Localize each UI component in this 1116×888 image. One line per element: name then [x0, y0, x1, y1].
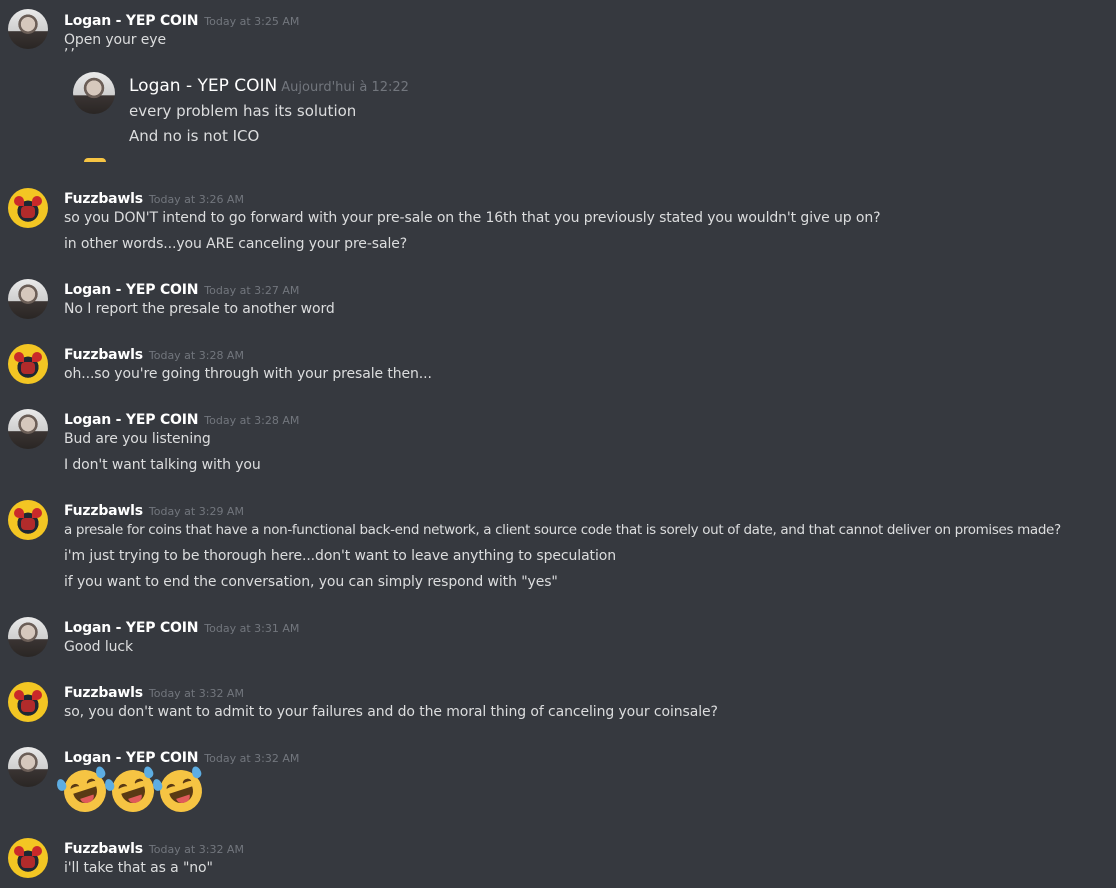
timestamp: Today at 3:29 AM	[148, 505, 244, 518]
username[interactable]: Fuzzbawls	[64, 841, 143, 857]
quoted-text: And no is not ICO	[129, 127, 260, 145]
timestamp: Today at 3:31 AM	[204, 622, 300, 635]
message-header: Fuzzbawls Today at 3:32 AM	[64, 838, 244, 857]
quoted-header: Logan - YEP COIN Aujourd'hui à 12:22	[129, 76, 409, 96]
message-text: No I report the presale to another word	[64, 301, 335, 317]
message-text: if you want to end the conversation, you…	[64, 574, 558, 590]
message-header: Logan - YEP COIN Today at 3:31 AM	[64, 617, 299, 636]
message-header: Fuzzbawls Today at 3:26 AM	[64, 188, 244, 207]
quoted-text: every problem has its solution	[129, 102, 357, 120]
quoted-avatar-icon	[73, 72, 115, 114]
username[interactable]: Logan - YEP COIN	[64, 620, 198, 636]
timestamp: Today at 3:25 AM	[204, 15, 300, 28]
cropped-emoji-icon	[84, 158, 106, 162]
username[interactable]: Fuzzbawls	[64, 191, 143, 207]
logan-avatar-icon[interactable]	[8, 409, 48, 449]
fuzzbawls-avatar-icon[interactable]	[8, 344, 48, 384]
message-text: in other words...you ARE canceling your …	[64, 236, 408, 252]
message-text: i'm just trying to be thorough here...do…	[64, 548, 616, 564]
message-header: Logan - YEP COIN Today at 3:27 AM	[64, 279, 299, 298]
username[interactable]: Logan - YEP COIN	[64, 282, 198, 298]
message-text: i'll take that as a "no"	[64, 860, 213, 876]
message-text: so you DON'T intend to go forward with y…	[64, 210, 881, 226]
timestamp: Today at 3:28 AM	[148, 349, 244, 362]
timestamp: Today at 3:32 AM	[204, 752, 300, 765]
message-text: Bud are you listening	[64, 431, 211, 447]
logan-avatar-icon[interactable]	[8, 279, 48, 319]
message-text: so, you don't want to admit to your fail…	[64, 704, 718, 720]
rolling-on-floor-laughing-icon[interactable]	[103, 762, 162, 820]
timestamp: Today at 3:26 AM	[148, 193, 244, 206]
emoji-row	[55, 764, 208, 818]
cropped-text-fragment: ,,	[64, 48, 224, 54]
logan-avatar-icon[interactable]	[8, 617, 48, 657]
fuzzbawls-avatar-icon[interactable]	[8, 188, 48, 228]
rolling-on-floor-laughing-icon[interactable]	[151, 762, 210, 820]
message-header: Fuzzbawls Today at 3:28 AM	[64, 344, 244, 363]
quoted-username: Logan - YEP COIN	[129, 76, 278, 96]
username[interactable]: Logan - YEP COIN	[64, 412, 198, 428]
fuzzbawls-avatar-icon[interactable]	[8, 838, 48, 878]
logan-avatar-icon[interactable]	[8, 9, 48, 49]
fuzzbawls-avatar-icon[interactable]	[8, 500, 48, 540]
rolling-on-floor-laughing-icon[interactable]	[55, 762, 114, 820]
timestamp: Today at 3:27 AM	[204, 284, 300, 297]
username[interactable]: Fuzzbawls	[64, 503, 143, 519]
fuzzbawls-avatar-icon[interactable]	[8, 682, 48, 722]
username[interactable]: Logan - YEP COIN	[64, 750, 198, 766]
timestamp: Today at 3:32 AM	[148, 687, 244, 700]
message-text: oh...so you're going through with your p…	[64, 366, 432, 382]
chat-log: Logan - YEP COIN Today at 3:25 AM Open yo…	[0, 0, 1116, 888]
message-text: I don't want talking with you	[64, 457, 261, 473]
timestamp: Today at 3:32 AM	[148, 843, 244, 856]
username[interactable]: Fuzzbawls	[64, 685, 143, 701]
message-header: Logan - YEP COIN Today at 3:25 AM	[64, 10, 299, 29]
username[interactable]: Fuzzbawls	[64, 347, 143, 363]
message-text: Open your eye	[64, 32, 166, 48]
timestamp: Today at 3:28 AM	[204, 414, 300, 427]
message-header: Fuzzbawls Today at 3:29 AM	[64, 500, 244, 519]
message-text: a presale for coins that have a non-func…	[64, 522, 1061, 538]
quoted-timestamp: Aujourd'hui à 12:22	[281, 80, 409, 95]
message-header: Fuzzbawls Today at 3:32 AM	[64, 682, 244, 701]
message-text: Good luck	[64, 639, 133, 655]
logan-avatar-icon[interactable]	[8, 747, 48, 787]
username[interactable]: Logan - YEP COIN	[64, 13, 198, 29]
message-header: Logan - YEP COIN Today at 3:28 AM	[64, 409, 299, 428]
